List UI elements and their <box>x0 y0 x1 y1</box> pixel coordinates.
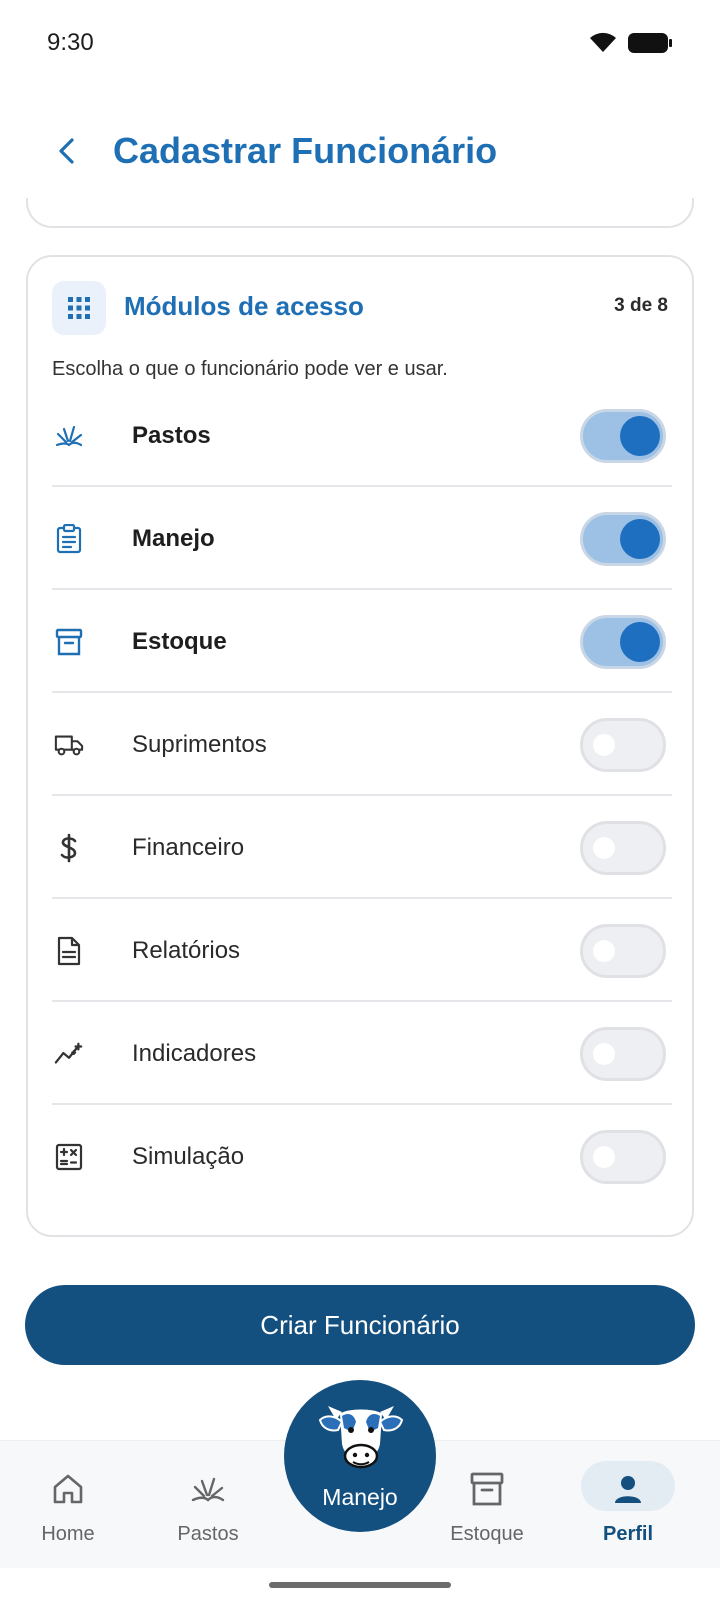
person-icon <box>608 1469 648 1509</box>
toggle-knob <box>593 734 615 756</box>
nav-label: Home <box>41 1523 95 1545</box>
modules-count: 3 de 8 <box>614 295 668 316</box>
module-label: Indicadores <box>132 1040 257 1067</box>
module-row-simulacao: Simulação <box>52 1105 672 1208</box>
trend-chart-icon <box>54 1039 84 1069</box>
modules-title: Módulos de acesso <box>124 291 364 321</box>
module-label: Suprimentos <box>132 731 267 758</box>
grass-icon <box>54 421 84 451</box>
nav-item-home[interactable]: Home <box>3 1441 133 1569</box>
wifi-icon <box>590 32 616 52</box>
module-row-estoque: Estoque <box>52 590 672 693</box>
page-title: Cadastrar Funcionário <box>113 130 498 171</box>
module-toggle-financeiro[interactable] <box>580 821 666 875</box>
module-label: Estoque <box>132 628 227 655</box>
module-label: Relatórios <box>132 937 241 964</box>
module-toggle-relatorios[interactable] <box>580 924 666 978</box>
module-row-manejo: Manejo <box>52 487 672 590</box>
archive-box-icon <box>467 1469 507 1509</box>
nav-item-manejo-fab[interactable]: Manejo <box>284 1380 436 1532</box>
status-time: 9:30 <box>47 29 94 56</box>
toggle-knob <box>593 940 615 962</box>
clipboard-icon <box>54 524 84 554</box>
nav-label: Perfil <box>602 1523 654 1545</box>
module-toggle-estoque[interactable] <box>580 615 666 669</box>
module-label: Manejo <box>132 525 215 552</box>
toggle-knob <box>593 1043 615 1065</box>
home-icon <box>48 1469 88 1509</box>
module-toggle-manejo[interactable] <box>580 512 666 566</box>
archive-box-icon <box>54 627 84 657</box>
module-toggle-simulacao[interactable] <box>580 1130 666 1184</box>
fab-label: Manejo <box>322 1484 398 1510</box>
modules-card: Módulos de acesso 3 de 8 Escolha o que o… <box>26 255 694 1237</box>
calculator-icon <box>54 1142 84 1172</box>
module-row-financeiro: Financeiro <box>52 796 672 899</box>
module-label: Pastos <box>132 422 211 449</box>
modules-subtitle: Escolha o que o funcionário pode ver e u… <box>52 358 448 380</box>
create-employee-button[interactable]: Criar Funcionário <box>25 1285 695 1365</box>
cow-icon <box>318 1406 404 1469</box>
module-label: Financeiro <box>132 834 245 861</box>
document-icon <box>54 936 84 966</box>
nav-item-pastos[interactable]: Pastos <box>143 1441 273 1569</box>
toggle-knob <box>620 622 660 662</box>
module-toggle-indicadores[interactable] <box>580 1027 666 1081</box>
status-bar: 9:30 <box>0 0 720 86</box>
module-row-relatorios: Relatórios <box>52 899 672 1002</box>
app-header: Cadastrar Funcionário <box>0 110 720 190</box>
battery-icon <box>628 33 672 53</box>
module-toggle-suprimentos[interactable] <box>580 718 666 772</box>
truck-icon <box>54 730 84 760</box>
dollar-icon <box>54 833 84 863</box>
nav-label: Estoque <box>450 1523 524 1545</box>
grass-icon <box>188 1469 228 1509</box>
home-indicator <box>269 1582 451 1588</box>
apps-grid-icon <box>68 297 90 319</box>
module-row-suprimentos: Suprimentos <box>52 693 672 796</box>
toggle-knob <box>620 416 660 456</box>
module-row-pastos: Pastos <box>52 384 672 487</box>
nav-item-perfil[interactable]: Perfil <box>563 1441 693 1569</box>
toggle-knob <box>620 519 660 559</box>
nav-label: Pastos <box>177 1523 239 1545</box>
chevron-left-icon <box>59 138 74 164</box>
module-label: Simulação <box>132 1143 245 1170</box>
module-toggle-pastos[interactable] <box>580 409 666 463</box>
modules-icon-box <box>52 281 106 335</box>
module-list: Pastos Manejo Estoque Suprimentos Financ… <box>52 384 672 1208</box>
toggle-knob <box>593 837 615 859</box>
toggle-knob <box>593 1146 615 1168</box>
back-button[interactable] <box>44 128 90 174</box>
nav-item-estoque[interactable]: Estoque <box>422 1441 552 1569</box>
module-row-indicadores: Indicadores <box>52 1002 672 1105</box>
